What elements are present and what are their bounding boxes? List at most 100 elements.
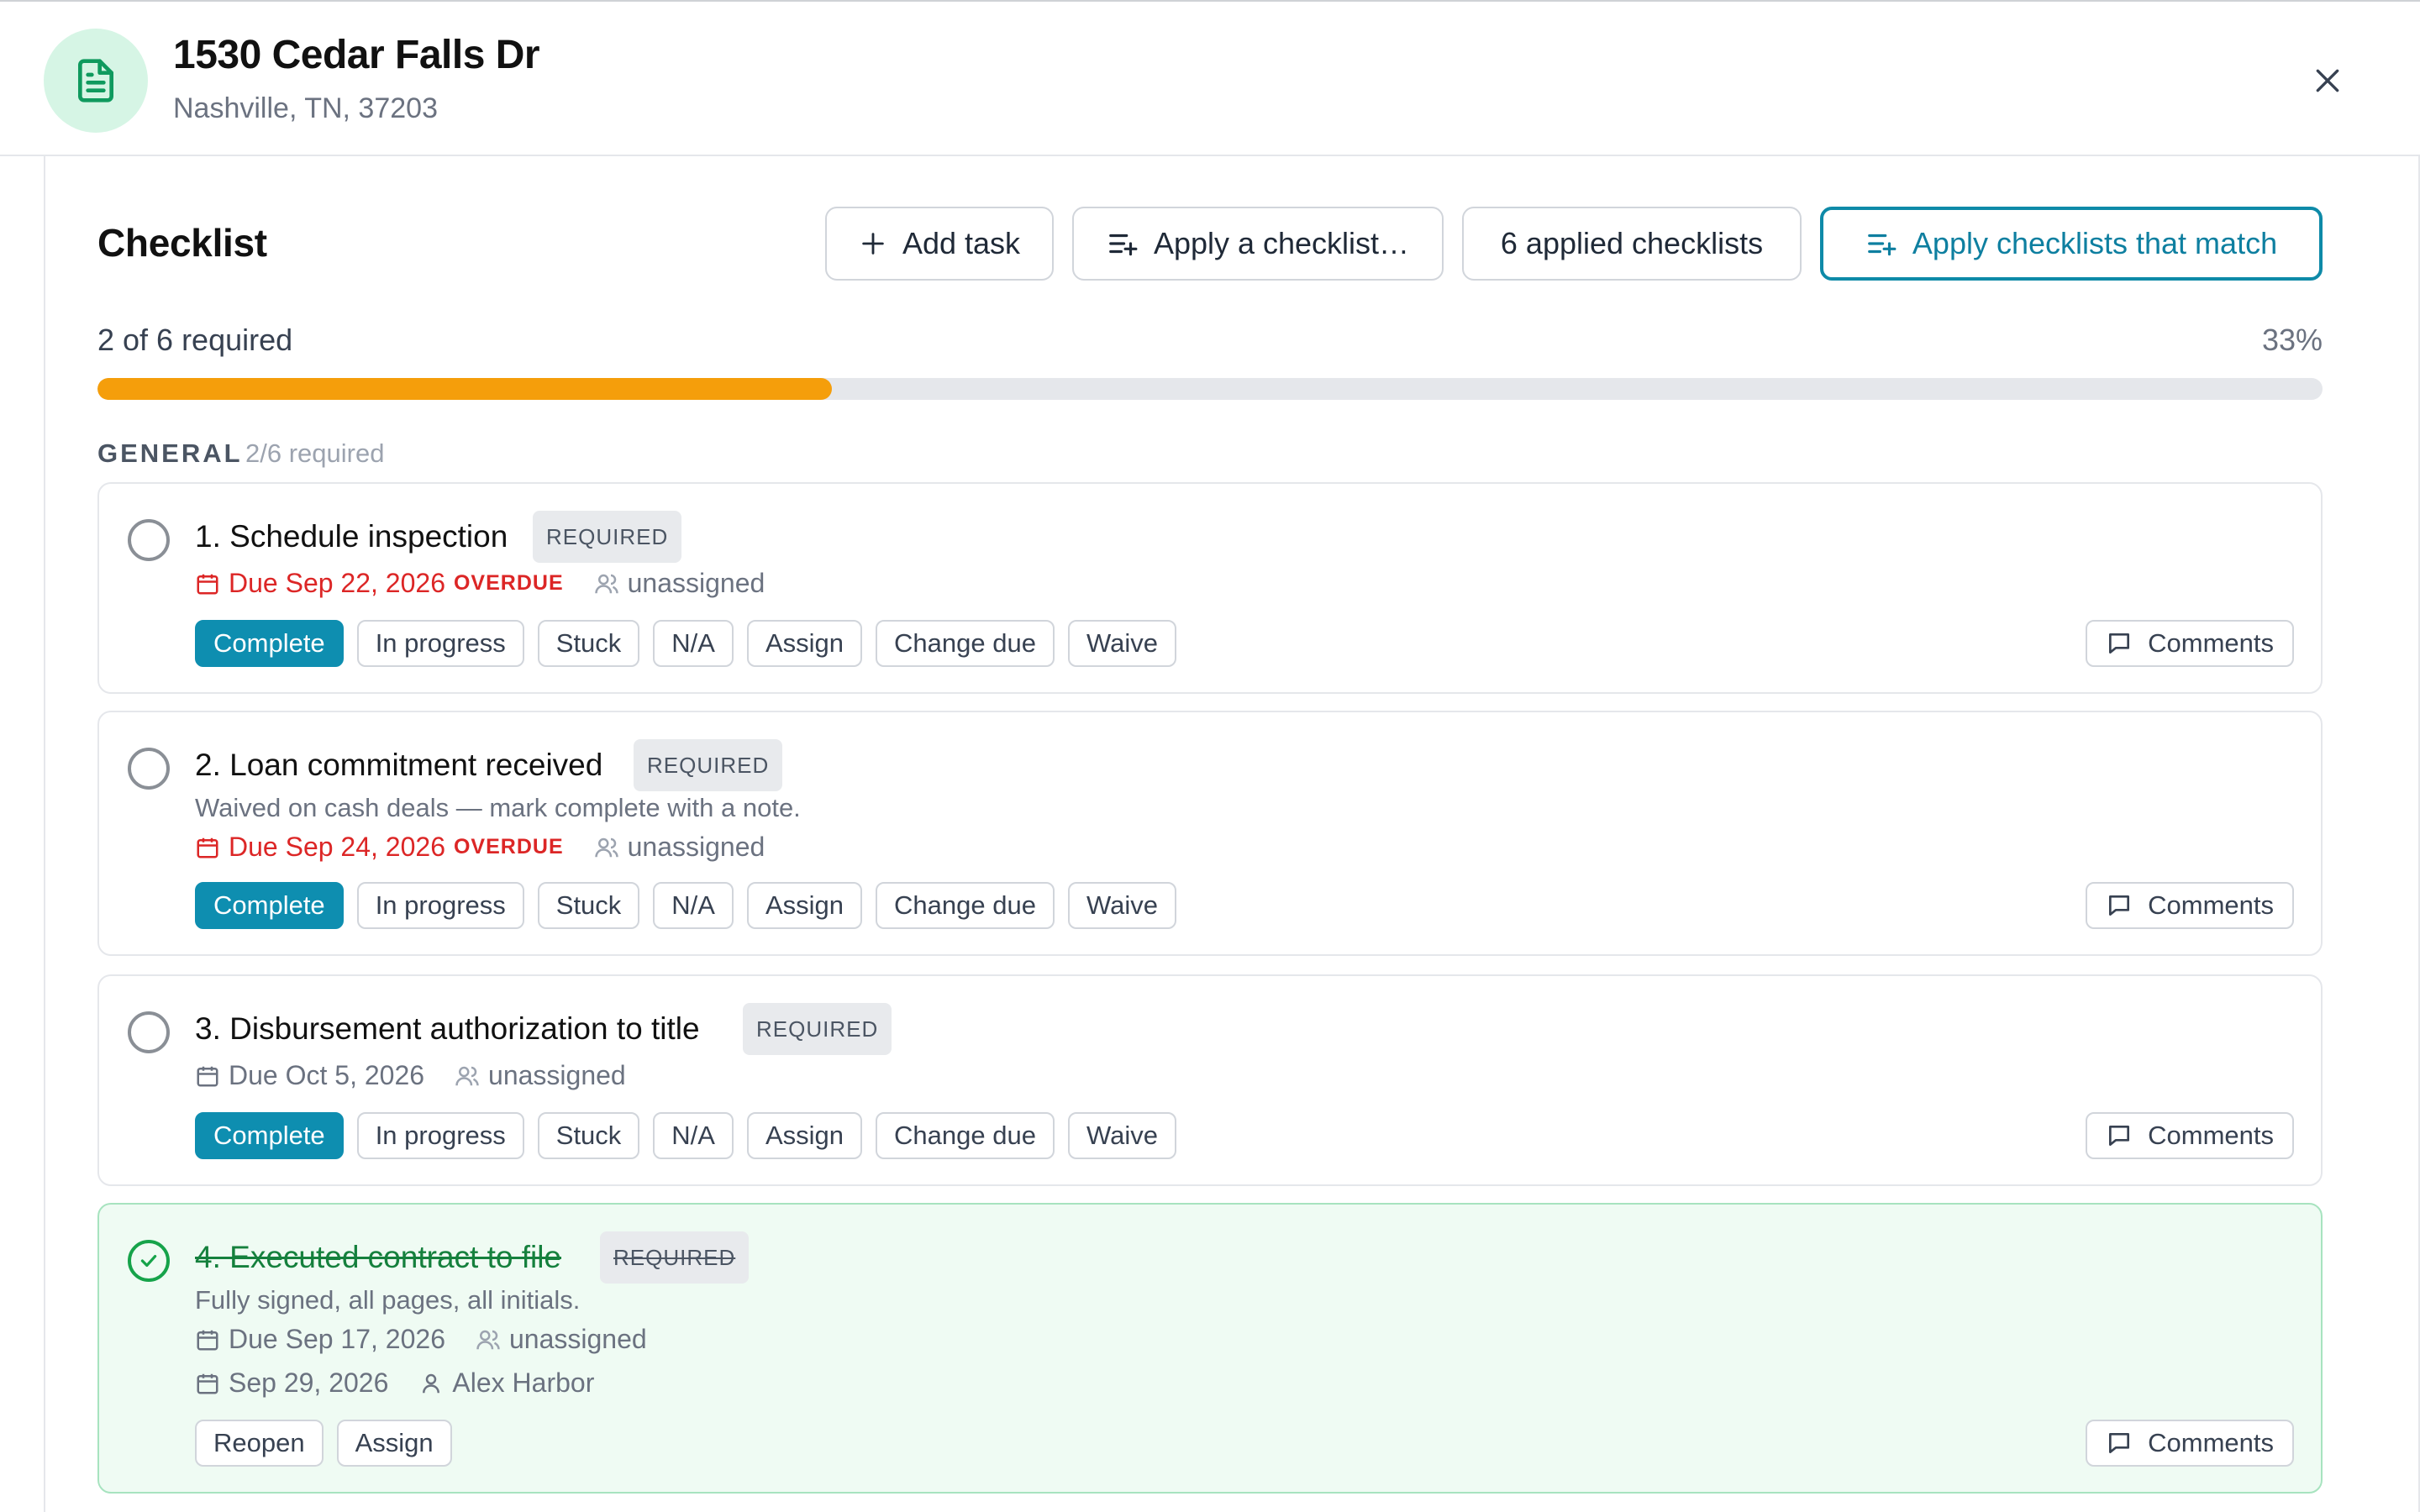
apply-matching-label: Apply checklists that match	[1912, 226, 2278, 260]
close-button[interactable]	[2307, 60, 2348, 101]
na-button[interactable]: N/A	[653, 1112, 734, 1159]
progress-percent: 33%	[2261, 323, 2323, 357]
page-title: 1530 Cedar Falls Dr	[173, 33, 540, 77]
checklist-title: Checklist	[97, 221, 267, 265]
task-completed-date: Sep 29, 2026	[229, 1368, 389, 1398]
task-assignee: unassigned	[508, 1324, 647, 1354]
task-title: 4. Executed contract to file	[195, 1240, 562, 1274]
overdue-tag: OVERDUE	[453, 835, 564, 858]
check-icon	[140, 1254, 157, 1268]
complete-button[interactable]: Complete	[195, 620, 344, 667]
calendar-icon	[197, 1373, 218, 1394]
task-note: Fully signed, all pages, all initials.	[195, 1285, 581, 1315]
na-button[interactable]: N/A	[653, 620, 734, 667]
user-icon	[423, 1373, 440, 1393]
required-count: 2 of 6 required	[97, 323, 293, 357]
task-due-date: Due Sep 22, 2026	[229, 568, 445, 598]
complete-button[interactable]: Complete	[195, 1112, 344, 1159]
users-icon	[594, 837, 618, 857]
document-icon	[44, 29, 148, 133]
progress-bar	[97, 378, 2323, 400]
task-due-date: Due Sep 24, 2026	[229, 832, 445, 862]
users-icon	[594, 574, 618, 593]
comment-icon	[2109, 1126, 2130, 1146]
list-add-icon	[1109, 234, 1138, 256]
task-checkbox-checked[interactable]	[128, 1240, 170, 1282]
waive-button[interactable]: Waive	[1067, 882, 1176, 929]
task-note: Waived on cash deals — mark complete wit…	[195, 793, 801, 822]
stuck-button[interactable]: Stuck	[537, 1112, 640, 1159]
calendar-icon	[197, 1330, 218, 1350]
task-item-completed: 4. Executed contract to file REQUIRED Fu…	[97, 1203, 2323, 1494]
comments-label: Comments	[2148, 890, 2274, 920]
task-assignee: unassigned	[488, 1060, 626, 1090]
list-add-icon	[1868, 234, 1897, 256]
in-progress-button[interactable]: In progress	[356, 882, 524, 929]
task-title: 2. Loan commitment received	[195, 748, 603, 782]
comments-label: Comments	[2148, 628, 2274, 658]
apply-checklist-label: Apply a checklist…	[1153, 226, 1410, 260]
progress-bar-fill	[97, 378, 832, 400]
comments-button[interactable]: Comments	[2086, 1112, 2294, 1159]
in-progress-button[interactable]: In progress	[356, 620, 524, 667]
add-task-button[interactable]: Add task	[825, 207, 1054, 281]
task-assignee: unassigned	[627, 568, 765, 598]
calendar-icon	[197, 1066, 218, 1086]
dialog-header: 1530 Cedar Falls Dr Nashville, TN, 37203	[0, 2, 2420, 156]
complete-button[interactable]: Complete	[195, 882, 344, 929]
task-checkbox[interactable]	[128, 748, 170, 790]
task-checkbox[interactable]	[128, 1011, 170, 1053]
change-due-button[interactable]: Change due	[876, 1112, 1055, 1159]
reopen-button[interactable]: Reopen	[195, 1420, 324, 1467]
comments-label: Comments	[2148, 1428, 2274, 1457]
comments-button[interactable]: Comments	[2086, 882, 2294, 929]
apply-matching-checklists-button[interactable]: Apply checklists that match	[1820, 207, 2323, 281]
calendar-icon	[197, 574, 218, 594]
task-title: 1. Schedule inspection	[195, 519, 508, 554]
comments-button[interactable]: Comments	[2086, 620, 2294, 667]
stuck-button[interactable]: Stuck	[537, 882, 640, 929]
change-due-button[interactable]: Change due	[876, 882, 1055, 929]
comment-icon	[2109, 1433, 2130, 1453]
task-actions: Complete In progress Stuck N/A Assign Ch…	[195, 882, 1176, 929]
assign-button[interactable]: Assign	[336, 1420, 452, 1467]
applied-checklists-label: 6 applied checklists	[1500, 226, 1764, 260]
task-meta: Due Sep 24, 2026 OVERDUE unassigned	[195, 832, 765, 863]
users-icon	[476, 1330, 500, 1349]
required-badge: REQUIRED	[533, 511, 682, 563]
section-required-count: 2/6 required	[245, 438, 385, 468]
comments-label: Comments	[2148, 1121, 2274, 1150]
comments-button[interactable]: Comments	[2086, 1420, 2294, 1467]
task-actions: Reopen Assign	[195, 1420, 452, 1467]
task-meta: Due Sep 22, 2026 OVERDUE unassigned	[195, 568, 765, 599]
task-completed-meta: Sep 29, 2026 Alex Harbor	[195, 1368, 594, 1399]
task-due-date: Due Oct 5, 2026	[229, 1060, 425, 1090]
close-icon	[2316, 69, 2339, 92]
task-assignee: unassigned	[627, 832, 765, 862]
waive-button[interactable]: Waive	[1067, 1112, 1176, 1159]
plus-icon	[862, 233, 884, 255]
overdue-tag: OVERDUE	[453, 571, 564, 595]
na-button[interactable]: N/A	[653, 882, 734, 929]
stuck-button[interactable]: Stuck	[537, 620, 640, 667]
task-item: 2. Loan commitment received REQUIRED Wai…	[97, 711, 2323, 956]
in-progress-button[interactable]: In progress	[356, 1112, 524, 1159]
waive-button[interactable]: Waive	[1067, 620, 1176, 667]
task-actions: Complete In progress Stuck N/A Assign Ch…	[195, 620, 1176, 667]
task-meta: Due Sep 17, 2026 unassigned	[195, 1324, 647, 1355]
task-meta: Due Oct 5, 2026 unassigned	[195, 1060, 626, 1091]
applied-checklists-button[interactable]: 6 applied checklists	[1462, 207, 1802, 281]
assign-button[interactable]: Assign	[746, 620, 863, 667]
change-due-button[interactable]: Change due	[876, 620, 1055, 667]
required-badge: REQUIRED	[634, 739, 783, 791]
task-due-date: Due Sep 17, 2026	[229, 1324, 445, 1354]
assign-button[interactable]: Assign	[746, 1112, 863, 1159]
calendar-icon	[197, 837, 218, 858]
assign-button[interactable]: Assign	[746, 882, 863, 929]
task-completed-by: Alex Harbor	[452, 1368, 595, 1398]
add-task-label: Add task	[902, 226, 1021, 260]
task-checkbox[interactable]	[128, 519, 170, 561]
comment-icon	[2109, 895, 2130, 916]
apply-checklist-button[interactable]: Apply a checklist…	[1072, 207, 1444, 281]
section-label: GENERAL	[97, 438, 243, 468]
